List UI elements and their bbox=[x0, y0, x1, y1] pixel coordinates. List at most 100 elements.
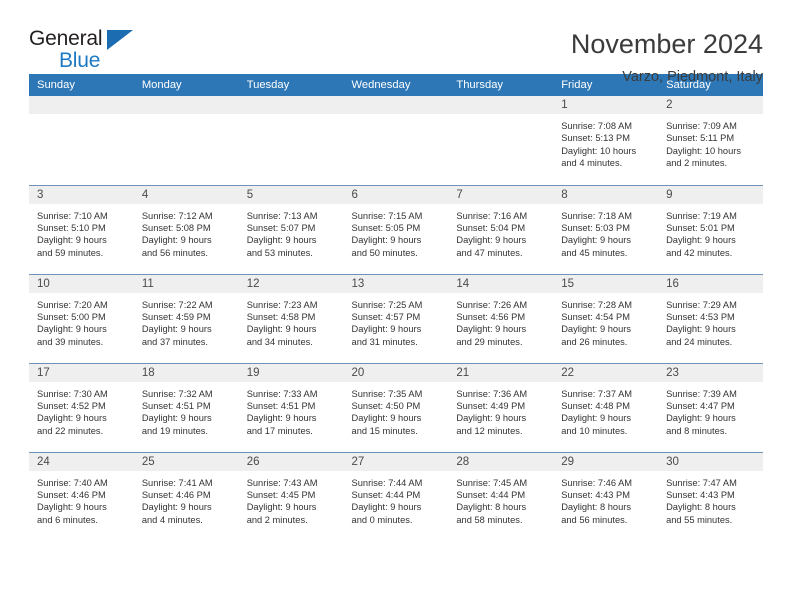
day-details: Sunrise: 7:20 AM Sunset: 5:00 PM Daylight:… bbox=[29, 293, 134, 349]
calendar-cell-day[interactable]: 4 Sunrise: 7:12 AM Sunset: 5:08 PM Daylight… bbox=[133, 184, 239, 274]
day-detail-daylight: and 56 minutes. bbox=[141, 247, 208, 258]
day-detail-sunset: Sunset: 4:46 PM bbox=[141, 489, 211, 500]
day-detail-daylight: and 39 minutes. bbox=[37, 336, 104, 347]
day-detail-daylight: Daylight: 10 hours bbox=[666, 145, 741, 156]
calendar-cell-day[interactable]: 23 Sunrise: 7:39 AM Sunset: 4:47 PM Dayligh… bbox=[658, 362, 763, 452]
calendar-cell-day[interactable]: 14 Sunrise: 7:26 AM Sunset: 4:56 PM Dayligh… bbox=[448, 273, 554, 363]
calendar-cell-day[interactable]: 19 Sunrise: 7:33 AM Sunset: 4:51 PM Dayligh… bbox=[238, 362, 344, 452]
calendar-cell-day[interactable]: 18 Sunrise: 7:32 AM Sunset: 4:51 PM Dayligh… bbox=[133, 362, 239, 452]
calendar-cell-day[interactable]: 21 Sunrise: 7:36 AM Sunset: 4:49 PM Dayligh… bbox=[448, 362, 554, 452]
calendar-cell-empty bbox=[238, 96, 344, 185]
day-detail-sunset: Sunset: 4:48 PM bbox=[561, 400, 630, 411]
calendar-cell-day[interactable]: 24 Sunrise: 7:40 AM Sunset: 4:46 PM Dayligh… bbox=[29, 451, 134, 541]
day-detail-sunset: Sunset: 4:51 PM bbox=[141, 400, 211, 411]
day-number: 26 bbox=[238, 452, 344, 471]
day-detail-sunrise: Sunrise: 7:46 AM bbox=[561, 477, 633, 488]
day-detail-sunset: Sunset: 4:49 PM bbox=[456, 400, 526, 411]
day-detail-sunrise: Sunrise: 7:45 AM bbox=[456, 477, 528, 488]
day-detail-daylight: and 8 minutes. bbox=[666, 425, 728, 436]
day-details: Sunrise: 7:44 AM Sunset: 4:44 PM Daylight:… bbox=[344, 471, 449, 527]
day-detail-sunset: Sunset: 4:46 PM bbox=[37, 489, 106, 500]
calendar-table: Sunday Monday Tuesday Wednesday Thursday… bbox=[29, 74, 763, 541]
day-detail-sunset: Sunset: 4:43 PM bbox=[561, 489, 630, 500]
day-detail-daylight: and 22 minutes. bbox=[37, 425, 104, 436]
day-detail-sunrise: Sunrise: 7:16 AM bbox=[456, 210, 528, 221]
day-number: 20 bbox=[343, 363, 449, 382]
day-details: Sunrise: 7:29 AM Sunset: 4:53 PM Daylight:… bbox=[658, 293, 763, 349]
day-detail-daylight: Daylight: 9 hours bbox=[246, 324, 317, 335]
day-detail-daylight: Daylight: 9 hours bbox=[561, 413, 631, 424]
calendar-cell-day[interactable]: 12 Sunrise: 7:23 AM Sunset: 4:58 PM Dayligh… bbox=[238, 273, 344, 363]
day-detail-sunrise: Sunrise: 7:41 AM bbox=[141, 477, 213, 488]
calendar-cell-day[interactable]: 11 Sunrise: 7:22 AM Sunset: 4:59 PM Dayligh… bbox=[133, 273, 239, 363]
day-detail-sunset: Sunset: 4:58 PM bbox=[246, 311, 316, 322]
calendar-cell-day[interactable]: 10 Sunrise: 7:20 AM Sunset: 5:00 PM Dayligh… bbox=[29, 273, 134, 363]
day-detail-sunset: Sunset: 5:13 PM bbox=[561, 133, 630, 144]
day-number: 4 bbox=[133, 185, 239, 204]
day-detail-daylight: and 19 minutes. bbox=[141, 425, 208, 436]
day-details: Sunrise: 7:47 AM Sunset: 4:43 PM Daylight:… bbox=[658, 471, 763, 527]
calendar-cell-day[interactable]: 29 Sunrise: 7:46 AM Sunset: 4:43 PM Dayligh… bbox=[553, 451, 659, 541]
day-details: Sunrise: 7:26 AM Sunset: 4:56 PM Daylight:… bbox=[448, 293, 553, 349]
calendar-cell-day[interactable]: 17 Sunrise: 7:30 AM Sunset: 4:52 PM Dayligh… bbox=[29, 362, 134, 452]
calendar-cell-day[interactable]: 27 Sunrise: 7:44 AM Sunset: 4:44 PM Dayligh… bbox=[343, 451, 449, 541]
calendar-cell-day[interactable]: 25 Sunrise: 7:41 AM Sunset: 4:46 PM Dayligh… bbox=[133, 451, 239, 541]
day-detail-sunset: Sunset: 4:51 PM bbox=[246, 400, 316, 411]
day-number: 13 bbox=[343, 274, 449, 293]
brand-logo[interactable]: General Blue bbox=[29, 27, 144, 75]
day-detail-sunrise: Sunrise: 7:39 AM bbox=[666, 388, 737, 399]
day-number: 11 bbox=[133, 274, 239, 293]
day-detail-daylight: and 59 minutes. bbox=[37, 247, 104, 258]
calendar-cell-day[interactable]: 3 Sunrise: 7:10 AM Sunset: 5:10 PM Daylight… bbox=[29, 184, 134, 274]
calendar-cell-day[interactable]: 26 Sunrise: 7:43 AM Sunset: 4:45 PM Dayligh… bbox=[238, 451, 344, 541]
day-detail-sunrise: Sunrise: 7:12 AM bbox=[141, 210, 213, 221]
calendar-cell-day[interactable]: 5 Sunrise: 7:13 AM Sunset: 5:07 PM Daylight… bbox=[238, 184, 344, 274]
day-number: 8 bbox=[553, 185, 659, 204]
calendar-cell-day[interactable]: 7 Sunrise: 7:16 AM Sunset: 5:04 PM Daylight… bbox=[448, 184, 554, 274]
calendar-cell-day[interactable]: 22 Sunrise: 7:37 AM Sunset: 4:48 PM Dayligh… bbox=[553, 362, 659, 452]
calendar-cell-day[interactable]: 16 Sunrise: 7:29 AM Sunset: 4:53 PM Dayligh… bbox=[658, 273, 763, 363]
day-detail-sunrise: Sunrise: 7:40 AM bbox=[37, 477, 108, 488]
day-detail-sunset: Sunset: 4:50 PM bbox=[351, 400, 421, 411]
day-details: Sunrise: 7:39 AM Sunset: 4:47 PM Daylight:… bbox=[658, 382, 763, 438]
calendar-cell-day[interactable]: 1 Sunrise: 7:08 AM Sunset: 5:13 PM Daylight… bbox=[553, 96, 659, 185]
day-number: 3 bbox=[29, 185, 134, 204]
day-detail-sunset: Sunset: 4:54 PM bbox=[561, 311, 630, 322]
day-detail-daylight: and 29 minutes. bbox=[456, 336, 523, 347]
calendar-cell-day[interactable]: 30 Sunrise: 7:47 AM Sunset: 4:43 PM Dayligh… bbox=[658, 451, 763, 541]
day-detail-sunset: Sunset: 5:10 PM bbox=[37, 222, 106, 233]
day-detail-daylight: Daylight: 9 hours bbox=[37, 324, 107, 335]
calendar-cell-day[interactable]: 9 Sunrise: 7:19 AM Sunset: 5:01 PM Daylight… bbox=[658, 184, 763, 274]
day-detail-daylight: Daylight: 9 hours bbox=[37, 502, 107, 513]
day-detail-daylight: Daylight: 9 hours bbox=[561, 235, 631, 246]
day-number bbox=[343, 96, 449, 114]
calendar-cell-day[interactable]: 6 Sunrise: 7:15 AM Sunset: 5:05 PM Daylight… bbox=[343, 184, 449, 274]
day-details: Sunrise: 7:13 AM Sunset: 5:07 PM Daylight:… bbox=[239, 204, 344, 260]
calendar-cell-day[interactable]: 13 Sunrise: 7:25 AM Sunset: 4:57 PM Dayligh… bbox=[343, 273, 449, 363]
day-detail-daylight: Daylight: 9 hours bbox=[141, 324, 212, 335]
day-number: 16 bbox=[658, 274, 763, 293]
calendar-cell-day[interactable]: 20 Sunrise: 7:35 AM Sunset: 4:50 PM Dayligh… bbox=[343, 362, 449, 452]
day-number: 1 bbox=[553, 96, 659, 114]
day-detail-daylight: Daylight: 8 hours bbox=[561, 502, 631, 513]
day-detail-sunrise: Sunrise: 7:19 AM bbox=[666, 210, 737, 221]
day-details: Sunrise: 7:35 AM Sunset: 4:50 PM Daylight:… bbox=[344, 382, 449, 438]
calendar-page: General Blue November 2024 Varzo, Piedmo… bbox=[0, 0, 792, 612]
day-number: 14 bbox=[448, 274, 554, 293]
calendar-cell-day[interactable]: 28 Sunrise: 7:45 AM Sunset: 4:44 PM Dayligh… bbox=[448, 451, 554, 541]
day-detail-daylight: and 58 minutes. bbox=[456, 514, 523, 525]
day-detail-daylight: and 12 minutes. bbox=[456, 425, 523, 436]
day-details: Sunrise: 7:33 AM Sunset: 4:51 PM Daylight:… bbox=[239, 382, 344, 438]
calendar-cell-day[interactable]: 2 Sunrise: 7:09 AM Sunset: 5:11 PM Daylight… bbox=[658, 96, 763, 185]
calendar-week-row: 24 Sunrise: 7:40 AM Sunset: 4:46 PM Dayligh… bbox=[29, 451, 763, 541]
day-detail-sunset: Sunset: 5:05 PM bbox=[351, 222, 421, 233]
calendar-cell-day[interactable]: 8 Sunrise: 7:18 AM Sunset: 5:03 PM Daylight… bbox=[553, 184, 659, 274]
day-number: 28 bbox=[448, 452, 554, 471]
page-title: November 2024 bbox=[570, 29, 763, 59]
day-detail-daylight: Daylight: 9 hours bbox=[37, 413, 107, 424]
calendar-cell-day[interactable]: 15 Sunrise: 7:28 AM Sunset: 4:54 PM Dayligh… bbox=[553, 273, 659, 363]
day-detail-daylight: Daylight: 8 hours bbox=[666, 502, 736, 513]
day-number: 19 bbox=[238, 363, 344, 382]
day-detail-daylight: Daylight: 9 hours bbox=[456, 324, 527, 335]
day-number: 30 bbox=[658, 452, 763, 471]
